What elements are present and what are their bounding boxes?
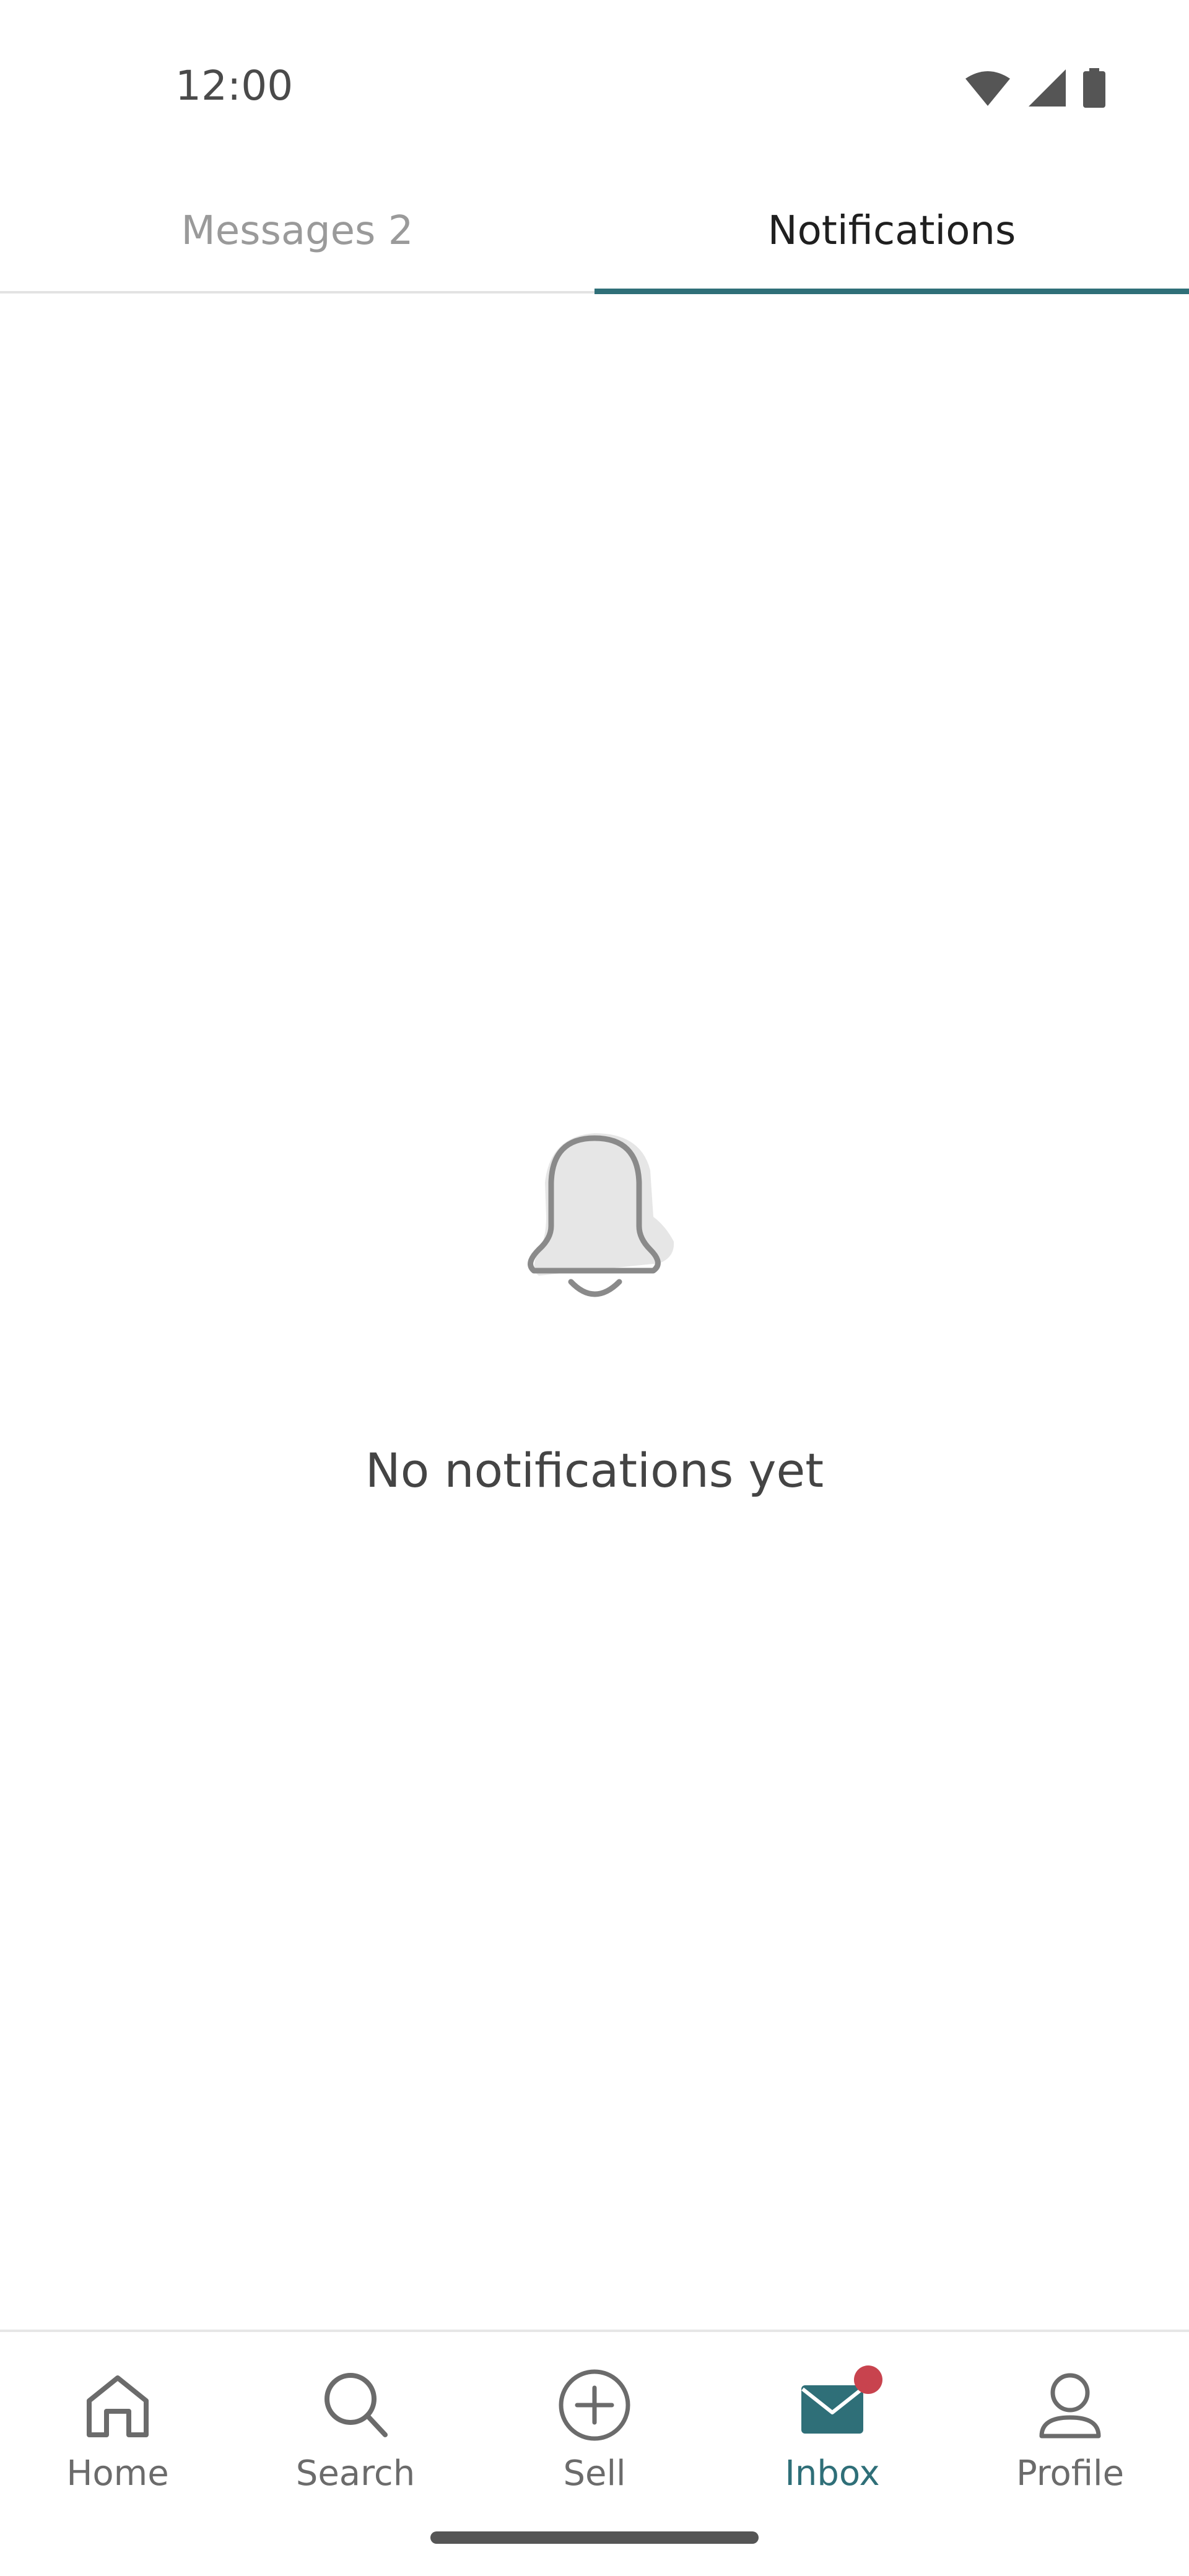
search-icon: [324, 2373, 388, 2437]
tab-messages[interactable]: Messages 2: [0, 167, 594, 294]
tab-notifications[interactable]: Notifications: [594, 167, 1189, 294]
nav-inbox-label: Inbox: [785, 2453, 880, 2494]
home-icon: [87, 2375, 149, 2437]
battery-icon: [1083, 68, 1105, 108]
signal-icon: [1029, 69, 1066, 107]
plus-circle-icon: [559, 2369, 630, 2441]
empty-state-message: No notifications yet: [365, 1443, 824, 1498]
nav-search[interactable]: Search: [263, 2367, 448, 2509]
nav-profile[interactable]: Profile: [977, 2367, 1163, 2509]
tab-bar: Messages 2 Notifications: [0, 167, 1189, 294]
nav-profile-label: Profile: [1016, 2453, 1125, 2494]
tab-notifications-label: Notifications: [767, 207, 1016, 254]
nav-inbox[interactable]: Inbox: [739, 2365, 925, 2509]
status-time: 12:00: [175, 62, 294, 110]
nav-home[interactable]: Home: [25, 2367, 211, 2509]
bottom-nav-divider: [0, 2330, 1189, 2332]
person-icon: [1039, 2373, 1101, 2439]
nav-search-label: Search: [295, 2453, 416, 2494]
nav-sell-label: Sell: [563, 2453, 626, 2494]
status-icons: [964, 68, 1105, 108]
status-bar: 12:00: [0, 0, 1189, 167]
tab-messages-label: Messages 2: [181, 207, 414, 254]
active-tab-indicator: [594, 289, 1189, 294]
nav-home-label: Home: [66, 2453, 169, 2494]
bell-icon: [502, 1108, 694, 1331]
inbox-badge-dot: [854, 2365, 882, 2394]
home-indicator[interactable]: [430, 2531, 759, 2544]
wifi-icon: [965, 71, 1010, 106]
nav-sell[interactable]: Sell: [502, 2367, 687, 2509]
